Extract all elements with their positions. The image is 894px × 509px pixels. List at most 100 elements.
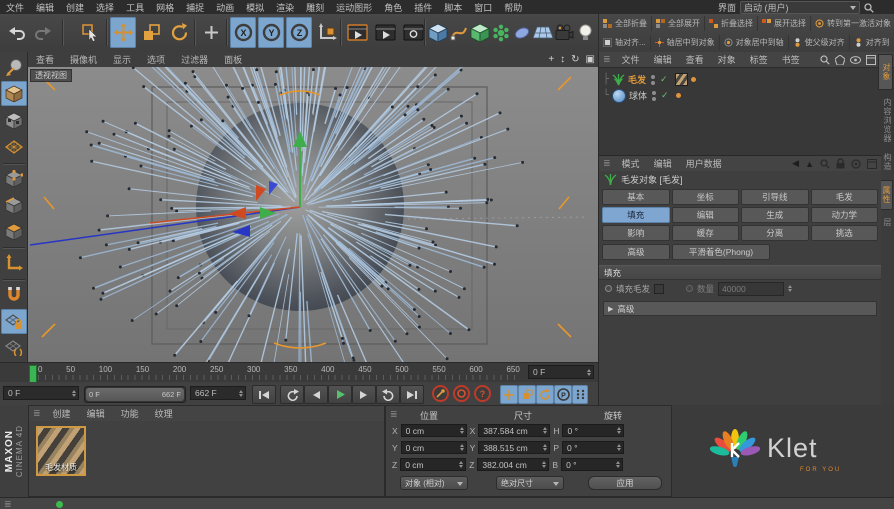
menu-plugins[interactable]: 插件 — [408, 1, 438, 14]
tab-culling[interactable]: 挑选 — [811, 225, 879, 241]
target-icon[interactable] — [851, 159, 861, 169]
tab-coordinates[interactable]: 坐标 — [672, 189, 740, 205]
om-menu-edit[interactable]: 编辑 — [647, 53, 679, 66]
object-name[interactable]: 毛发 — [628, 73, 646, 86]
tab-editor[interactable]: 编辑 — [672, 207, 740, 223]
rot-h-field[interactable]: 0 ° — [562, 424, 624, 437]
mat-menu-texture[interactable]: 纹理 — [147, 407, 181, 420]
playhead-marker[interactable] — [29, 365, 37, 383]
object-row-hair[interactable]: ├ 毛发 ✓ — [603, 72, 696, 87]
material-tag[interactable] — [675, 73, 688, 86]
history-back-icon[interactable]: ◀ — [792, 158, 799, 169]
last-used-tool[interactable] — [198, 17, 224, 48]
om-menu-object[interactable]: 对象 — [711, 53, 743, 66]
view-label[interactable]: 透视视图 — [30, 69, 72, 82]
visibility-dots[interactable] — [652, 91, 656, 101]
edges-mode-button[interactable] — [1, 192, 27, 218]
previous-frame-button[interactable] — [304, 385, 328, 404]
pan-view-icon[interactable]: + — [548, 54, 554, 65]
hair-tag-dot[interactable] — [691, 77, 696, 82]
fill-hairs-checkbox[interactable] — [654, 284, 664, 294]
render-settings-button[interactable] — [400, 17, 426, 48]
position-mode-dropdown[interactable]: 对象 (相对) — [400, 476, 468, 490]
tab-dynamics[interactable]: 动力学 — [811, 207, 879, 223]
points-mode-button[interactable] — [1, 166, 27, 192]
advanced-group-bar[interactable]: ▶ 高级 — [603, 301, 877, 316]
vp-menu-camera[interactable]: 摄像机 — [62, 53, 105, 66]
key-position-button[interactable] — [500, 385, 518, 404]
size-y-field[interactable]: 388.515 cm — [478, 441, 550, 454]
menu-simulate[interactable]: 模拟 — [240, 1, 270, 14]
viewport[interactable]: 查看 摄像机 显示 选项 过滤器 面板 + ↕ ↻ ▣ 透视视图 — [28, 52, 598, 362]
next-frame-button[interactable] — [352, 385, 376, 404]
menu-edit[interactable]: 编辑 — [30, 1, 60, 14]
fold-selected-button[interactable]: 折叠选择 — [705, 16, 758, 31]
object-name[interactable]: 球体 — [629, 89, 647, 102]
om-menu-tag[interactable]: 标签 — [743, 53, 775, 66]
material-thumbnail[interactable]: 毛发材质 — [36, 426, 86, 476]
panel-grid-icon[interactable]: ≣ — [599, 158, 615, 169]
lock-z-axis-button[interactable]: Z — [286, 17, 312, 48]
pos-y-field[interactable]: 0 cm — [401, 441, 467, 454]
record-keyframe-button[interactable] — [432, 385, 449, 402]
panel-grid-icon[interactable]: ≣ — [29, 408, 45, 419]
goto-first-active-button[interactable]: 转到第一激活对象 — [811, 16, 894, 31]
menu-tools[interactable]: 工具 — [120, 1, 150, 14]
add-deformer-button[interactable] — [512, 17, 532, 48]
snap-workplane-button[interactable] — [1, 335, 27, 361]
lock-icon[interactable] — [836, 158, 845, 169]
tab-forces[interactable]: 影响 — [602, 225, 670, 241]
tab-fill[interactable]: 填充 — [602, 207, 670, 223]
menu-mograph[interactable]: 运动图形 — [330, 1, 378, 14]
align-parent-button[interactable]: 使父级对齐 — [789, 35, 850, 50]
vp-menu-display[interactable]: 显示 — [105, 53, 139, 66]
count-spinner[interactable] — [788, 285, 792, 292]
live-selection-tool[interactable] — [78, 17, 104, 48]
vp-menu-view[interactable]: 查看 — [28, 53, 62, 66]
mat-menu-create[interactable]: 创建 — [45, 407, 79, 420]
workplane-mode-button[interactable] — [1, 134, 27, 160]
filter-icon[interactable] — [835, 55, 845, 65]
frame-spinner[interactable] — [587, 369, 591, 376]
phong-tag-dot[interactable] — [676, 93, 681, 98]
panel-grid-icon[interactable]: ≣ — [390, 409, 398, 420]
am-menu-mode[interactable]: 模式 — [615, 157, 647, 170]
history-up-icon[interactable]: ▲ — [805, 159, 814, 169]
menu-file[interactable]: 文件 — [0, 1, 30, 14]
menu-character[interactable]: 角色 — [378, 1, 408, 14]
move-tool[interactable] — [110, 17, 136, 48]
tab-partings[interactable]: 分离 — [741, 225, 809, 241]
keyframe-dot-icon[interactable] — [605, 285, 612, 292]
om-menu-file[interactable]: 文件 — [615, 53, 647, 66]
frame-range-slider[interactable]: 0 F 662 F — [84, 386, 186, 403]
rotate-view-icon[interactable]: ↻ — [571, 54, 579, 65]
menu-select[interactable]: 选择 — [90, 1, 120, 14]
size-mode-dropdown[interactable]: 绝对尺寸 — [496, 476, 564, 490]
size-z-field[interactable]: 382.004 cm — [477, 458, 549, 471]
timeline-ruler[interactable]: 0 50 100 150 200 250 300 350 400 450 500… — [0, 362, 598, 384]
end-frame-spinner[interactable] — [239, 390, 243, 397]
render-region-button[interactable] — [372, 17, 398, 48]
add-spline-button[interactable] — [449, 17, 469, 48]
goto-start-button[interactable] — [252, 385, 276, 404]
rot-b-field[interactable]: 0 ° — [561, 458, 623, 471]
undo-button[interactable] — [4, 17, 30, 48]
menu-script[interactable]: 脚本 — [438, 1, 468, 14]
search-icon[interactable] — [820, 55, 830, 65]
menu-window[interactable]: 窗口 — [468, 1, 498, 14]
tab-phong[interactable]: 平滑着色(Phong) — [672, 244, 770, 260]
object-axis-mode-button[interactable] — [1, 250, 27, 276]
autokey-button[interactable] — [453, 385, 470, 402]
tab-generate[interactable]: 生成 — [741, 207, 809, 223]
tab-structure[interactable]: 构造 — [880, 150, 893, 174]
om-menu-bookmark[interactable]: 书签 — [775, 53, 807, 66]
om-menu-view[interactable]: 查看 — [679, 53, 711, 66]
add-environment-button[interactable] — [533, 17, 553, 48]
interface-dropdown[interactable]: 启动 (用户) — [740, 1, 860, 14]
keyframe-selection-button[interactable]: ? — [474, 385, 491, 402]
goto-end-button[interactable] — [400, 385, 424, 404]
key-rotation-button[interactable] — [536, 385, 554, 404]
vp-menu-options[interactable]: 选项 — [139, 53, 173, 66]
fill-section-header[interactable]: 填充 — [599, 265, 881, 280]
unfold-all-button[interactable]: 全部展开 — [652, 16, 705, 31]
